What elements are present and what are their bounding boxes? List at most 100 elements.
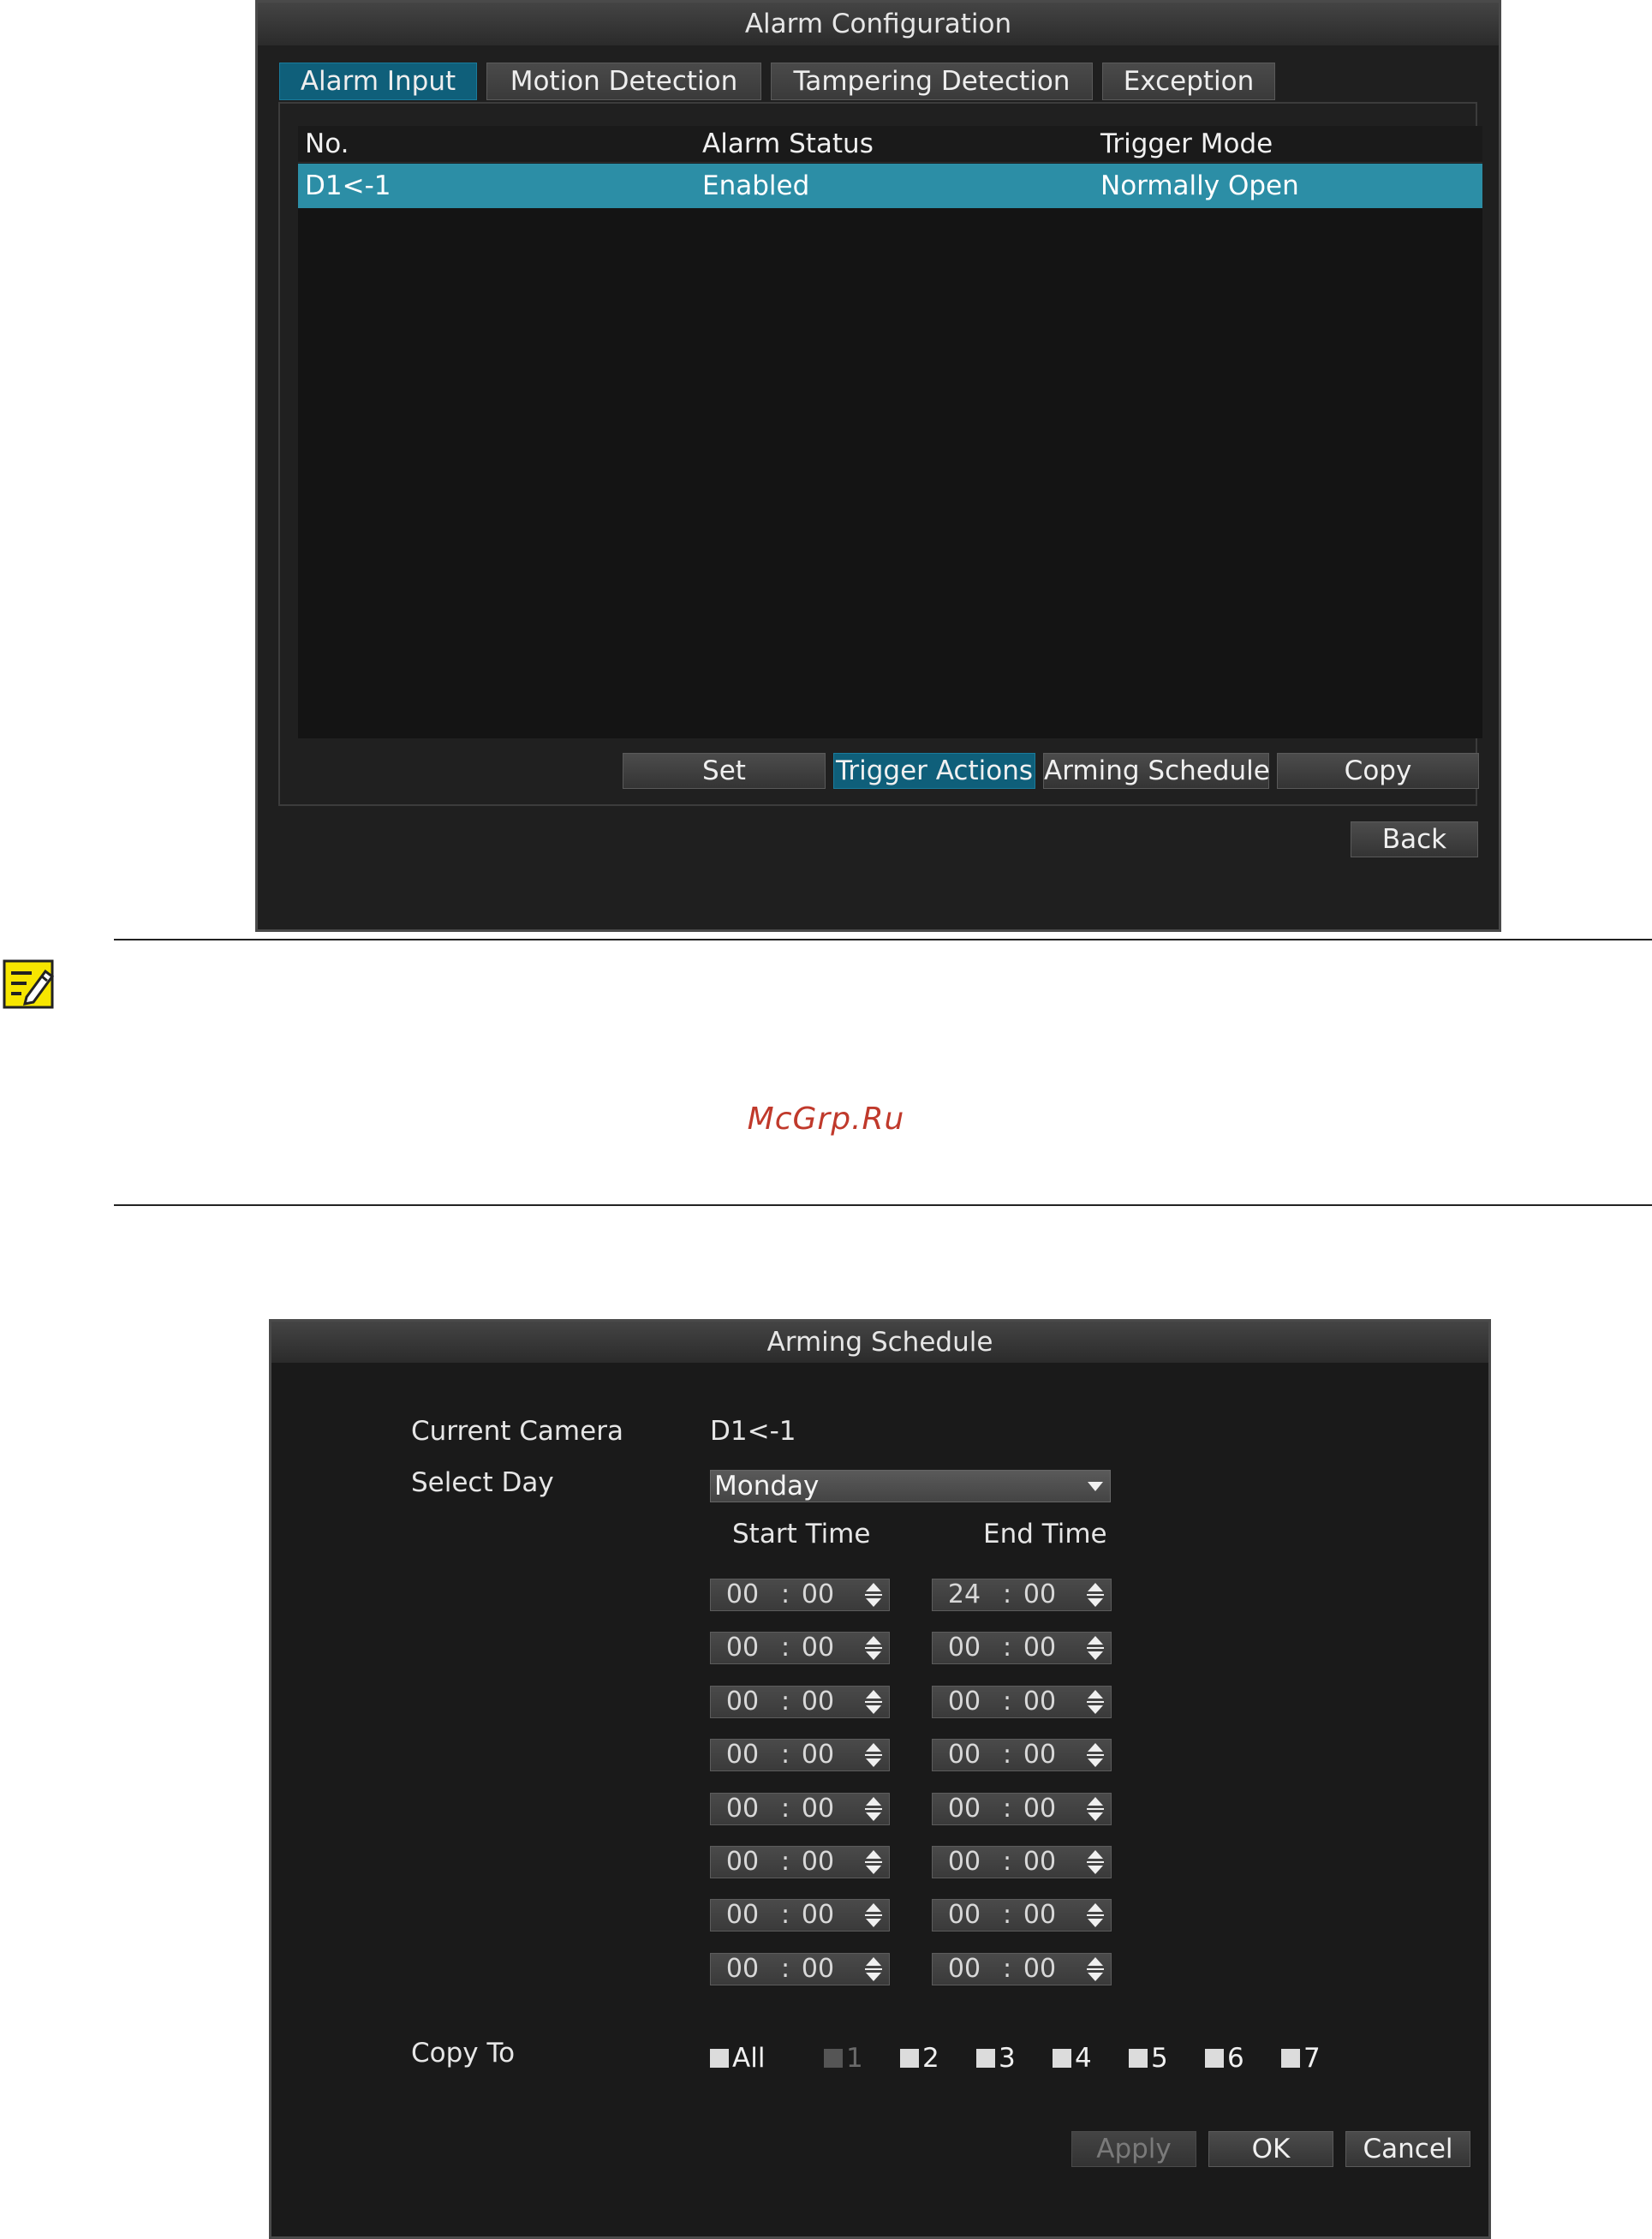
start-time-label: Start Time: [732, 1519, 871, 1549]
minute-value[interactable]: 00: [1020, 1687, 1059, 1717]
set-button[interactable]: Set: [623, 753, 826, 789]
back-button[interactable]: Back: [1351, 821, 1478, 857]
hour-value[interactable]: 00: [945, 1687, 984, 1717]
spinner-icon[interactable]: [1083, 1688, 1107, 1716]
spinner-icon[interactable]: [1083, 1741, 1107, 1769]
checkbox-icon: [1205, 2049, 1224, 2068]
hour-value[interactable]: 24: [945, 1579, 984, 1610]
select-day-value: Monday: [714, 1471, 820, 1502]
hour-value[interactable]: 00: [723, 1633, 762, 1663]
minute-value[interactable]: 00: [798, 1900, 838, 1931]
hour-value[interactable]: 00: [723, 1954, 762, 1985]
minute-value[interactable]: 00: [1020, 1794, 1059, 1824]
spinner-icon[interactable]: [862, 1848, 886, 1876]
trigger-actions-button[interactable]: Trigger Actions: [833, 753, 1035, 789]
alarm-input-panel: No. Alarm Status Trigger Mode D1<-1 Enab…: [278, 102, 1482, 806]
minute-value[interactable]: 00: [798, 1687, 838, 1717]
spinner-icon[interactable]: [862, 1955, 886, 1983]
hour-value[interactable]: 00: [945, 1900, 984, 1931]
copy-to-checkbox-all[interactable]: All: [710, 2043, 765, 2074]
minute-value[interactable]: 00: [1020, 1633, 1059, 1663]
copy-to-checkbox-5[interactable]: 5: [1129, 2043, 1168, 2074]
spinner-icon[interactable]: [1083, 1795, 1107, 1823]
hour-value[interactable]: 00: [945, 1954, 984, 1985]
copy-to-checkbox-4[interactable]: 4: [1053, 2043, 1092, 2074]
minute-value[interactable]: 00: [798, 1579, 838, 1610]
start-time-field[interactable]: 00:00: [710, 1579, 890, 1611]
minute-value[interactable]: 00: [798, 1954, 838, 1985]
hour-value[interactable]: 00: [723, 1740, 762, 1770]
minute-value[interactable]: 00: [1020, 1740, 1059, 1770]
start-time-field[interactable]: 00:00: [710, 1686, 890, 1718]
copy-to-checkbox-2[interactable]: 2: [900, 2043, 939, 2074]
row-trigger-mode: Normally Open: [1100, 170, 1299, 201]
hour-value[interactable]: 00: [723, 1687, 762, 1717]
alarm-configuration-window: Alarm Configuration Alarm Input Motion D…: [255, 0, 1501, 932]
tab-tampering-detection[interactable]: Tampering Detection: [771, 63, 1093, 100]
minute-value[interactable]: 00: [1020, 1847, 1059, 1878]
hour-value[interactable]: 00: [723, 1900, 762, 1931]
apply-button[interactable]: Apply: [1071, 2131, 1196, 2167]
hour-value[interactable]: 00: [945, 1740, 984, 1770]
end-time-field[interactable]: 00:00: [932, 1846, 1112, 1878]
minute-value[interactable]: 00: [1020, 1954, 1059, 1985]
start-time-field[interactable]: 00:00: [710, 1739, 890, 1771]
end-time-field[interactable]: 00:00: [932, 1739, 1112, 1771]
window-title: Alarm Configuration: [258, 3, 1499, 45]
spinner-icon[interactable]: [1083, 1634, 1107, 1662]
time-separator: :: [780, 1847, 790, 1877]
end-time-field[interactable]: 00:00: [932, 1793, 1112, 1825]
table-header: No. Alarm Status Trigger Mode: [298, 126, 1482, 163]
minute-value[interactable]: 00: [798, 1794, 838, 1824]
start-time-field[interactable]: 00:00: [710, 1632, 890, 1664]
spinner-icon[interactable]: [862, 1688, 886, 1716]
copy-to-checkbox-3[interactable]: 3: [976, 2043, 1016, 2074]
watermark: McGrp.Ru: [747, 1102, 905, 1137]
chevron-down-icon: [1088, 1482, 1103, 1491]
checkbox-icon: [824, 2049, 843, 2068]
hour-value[interactable]: 00: [945, 1847, 984, 1878]
start-time-field[interactable]: 00:00: [710, 1846, 890, 1878]
window-title: Arming Schedule: [271, 1322, 1488, 1363]
minute-value[interactable]: 00: [1020, 1900, 1059, 1931]
start-time-field[interactable]: 00:00: [710, 1793, 890, 1825]
tab-alarm-input[interactable]: Alarm Input: [279, 63, 477, 100]
hour-value[interactable]: 00: [723, 1794, 762, 1824]
end-time-field[interactable]: 24:00: [932, 1579, 1112, 1611]
spinner-icon[interactable]: [862, 1902, 886, 1929]
spinner-icon[interactable]: [1083, 1902, 1107, 1929]
spinner-icon[interactable]: [862, 1741, 886, 1769]
copy-button[interactable]: Copy: [1277, 753, 1479, 789]
spinner-icon[interactable]: [862, 1634, 886, 1662]
end-time-field[interactable]: 00:00: [932, 1686, 1112, 1718]
tab-motion-detection[interactable]: Motion Detection: [486, 63, 761, 100]
minute-value[interactable]: 00: [798, 1740, 838, 1770]
end-time-field[interactable]: 00:00: [932, 1632, 1112, 1664]
start-time-field[interactable]: 00:00: [710, 1953, 890, 1985]
minute-value[interactable]: 00: [798, 1847, 838, 1878]
hour-value[interactable]: 00: [945, 1633, 984, 1663]
end-time-field[interactable]: 00:00: [932, 1953, 1112, 1985]
ok-button[interactable]: OK: [1208, 2131, 1333, 2167]
hour-value[interactable]: 00: [945, 1794, 984, 1824]
spinner-icon[interactable]: [862, 1581, 886, 1609]
spinner-icon[interactable]: [1083, 1581, 1107, 1609]
spinner-icon[interactable]: [862, 1795, 886, 1823]
start-time-field[interactable]: 00:00: [710, 1899, 890, 1932]
copy-to-checkbox-6[interactable]: 6: [1205, 2043, 1244, 2074]
hour-value[interactable]: 00: [723, 1579, 762, 1610]
end-time-field[interactable]: 00:00: [932, 1899, 1112, 1932]
minute-value[interactable]: 00: [1020, 1579, 1059, 1610]
hour-value[interactable]: 00: [723, 1847, 762, 1878]
time-separator: :: [1002, 1633, 1012, 1663]
note-top-divider: [114, 939, 1652, 940]
tab-exception[interactable]: Exception: [1102, 63, 1275, 100]
spinner-icon[interactable]: [1083, 1848, 1107, 1876]
table-row[interactable]: D1<-1 Enabled Normally Open: [298, 164, 1482, 208]
select-day-dropdown[interactable]: Monday: [710, 1470, 1111, 1502]
arming-schedule-button[interactable]: Arming Schedule: [1043, 753, 1270, 789]
spinner-icon[interactable]: [1083, 1955, 1107, 1983]
copy-to-checkbox-7[interactable]: 7: [1281, 2043, 1321, 2074]
minute-value[interactable]: 00: [798, 1633, 838, 1663]
cancel-button[interactable]: Cancel: [1345, 2131, 1470, 2167]
